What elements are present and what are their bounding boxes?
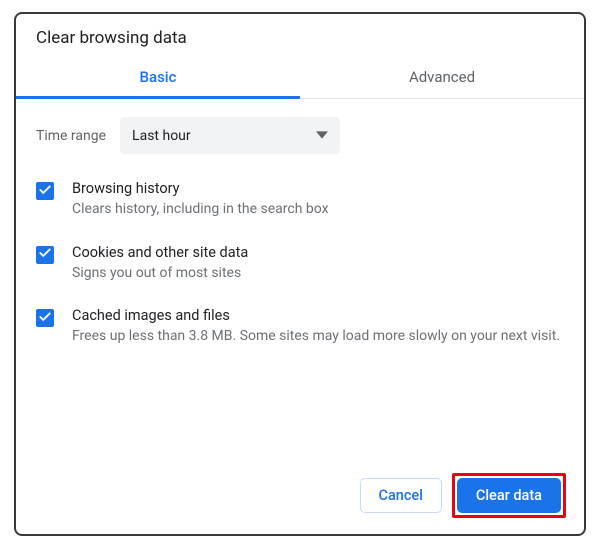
clear-data-button[interactable]: Clear data bbox=[457, 478, 561, 513]
tab-bar: Basic Advanced bbox=[16, 58, 584, 99]
tab-basic[interactable]: Basic bbox=[16, 58, 300, 98]
time-range-row: Time range Last hour bbox=[36, 117, 564, 154]
check-icon bbox=[38, 309, 52, 328]
check-icon bbox=[38, 182, 52, 201]
option-desc: Frees up less than 3.8 MB. Some sites ma… bbox=[72, 327, 564, 347]
option-desc: Clears history, including in the search … bbox=[72, 200, 564, 220]
option-desc: Signs you out of most sites bbox=[72, 264, 564, 284]
checkbox-cookies[interactable] bbox=[36, 246, 54, 264]
cancel-button[interactable]: Cancel bbox=[360, 478, 442, 513]
clear-browsing-data-dialog: Clear browsing data Basic Advanced Time … bbox=[14, 12, 586, 536]
dialog-title: Clear browsing data bbox=[16, 14, 584, 58]
checkbox-cache[interactable] bbox=[36, 309, 54, 327]
dialog-body: Time range Last hour Browsing history Cl bbox=[16, 99, 584, 459]
time-range-label: Time range bbox=[36, 128, 106, 144]
dialog-footer: Cancel Clear data bbox=[16, 459, 584, 534]
annotation-highlight: Clear data bbox=[452, 473, 566, 518]
time-range-select[interactable]: Last hour bbox=[120, 117, 340, 154]
option-title: Cookies and other site data bbox=[72, 244, 564, 261]
tab-label: Advanced bbox=[409, 68, 475, 86]
option-cache: Cached images and files Frees up less th… bbox=[36, 307, 564, 347]
option-browsing-history: Browsing history Clears history, includi… bbox=[36, 180, 564, 220]
checkbox-browsing-history[interactable] bbox=[36, 182, 54, 200]
option-title: Browsing history bbox=[72, 180, 564, 197]
button-label: Clear data bbox=[476, 487, 542, 504]
time-range-value: Last hour bbox=[132, 128, 191, 144]
option-title: Cached images and files bbox=[72, 307, 564, 324]
button-label: Cancel bbox=[379, 487, 423, 504]
tab-advanced[interactable]: Advanced bbox=[300, 58, 584, 98]
tab-label: Basic bbox=[140, 68, 177, 86]
check-icon bbox=[38, 245, 52, 264]
option-cookies: Cookies and other site data Signs you ou… bbox=[36, 244, 564, 284]
chevron-down-icon bbox=[316, 126, 328, 145]
